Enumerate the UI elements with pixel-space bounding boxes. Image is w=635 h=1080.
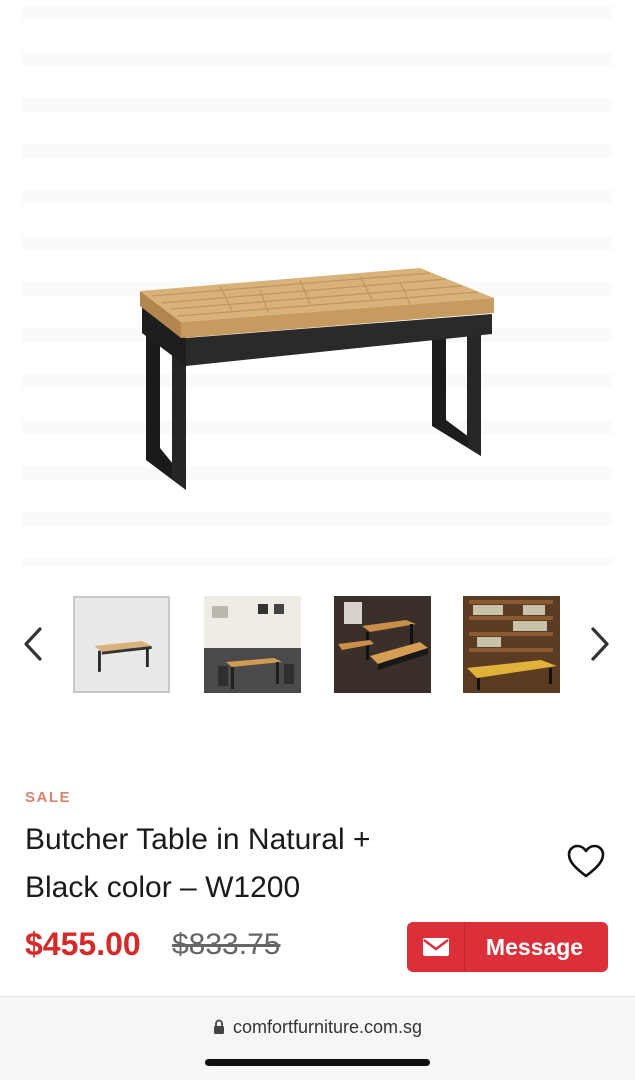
heart-outline-icon[interactable] [566, 842, 606, 882]
chevron-left-icon[interactable] [18, 622, 48, 666]
lock-icon [213, 1019, 225, 1040]
product-title-line-2: Black color – W1200 [25, 871, 301, 904]
thumbnail-4[interactable] [463, 596, 560, 693]
table-illustration [140, 268, 494, 490]
thumbnail-2[interactable] [204, 596, 301, 693]
message-button[interactable]: Message [407, 922, 608, 972]
url-text: comfortfurniture.com.sg [232, 1017, 423, 1037]
thumbnail-1-selected[interactable] [73, 596, 170, 693]
chevron-right-icon[interactable] [585, 622, 615, 666]
sale-price: $455.00 [25, 926, 141, 962]
product-title-line-1: Butcher Table in Natural + [25, 823, 371, 856]
url-display[interactable]: comfortfurniture.com.sg [0, 1017, 635, 1040]
browser-address-bar: comfortfurniture.com.sg [0, 996, 635, 1080]
sale-badge: SALE [25, 789, 72, 806]
home-indicator[interactable] [205, 1059, 430, 1066]
product-title: Butcher Table in Natural + Black color –… [25, 816, 525, 912]
thumbnail-carousel [0, 592, 635, 696]
original-price: $833.75 [172, 928, 281, 961]
message-button-label: Message [485, 933, 584, 960]
thumbnail-3[interactable] [334, 596, 431, 693]
product-main-image[interactable] [0, 0, 635, 580]
envelope-icon [407, 922, 465, 972]
